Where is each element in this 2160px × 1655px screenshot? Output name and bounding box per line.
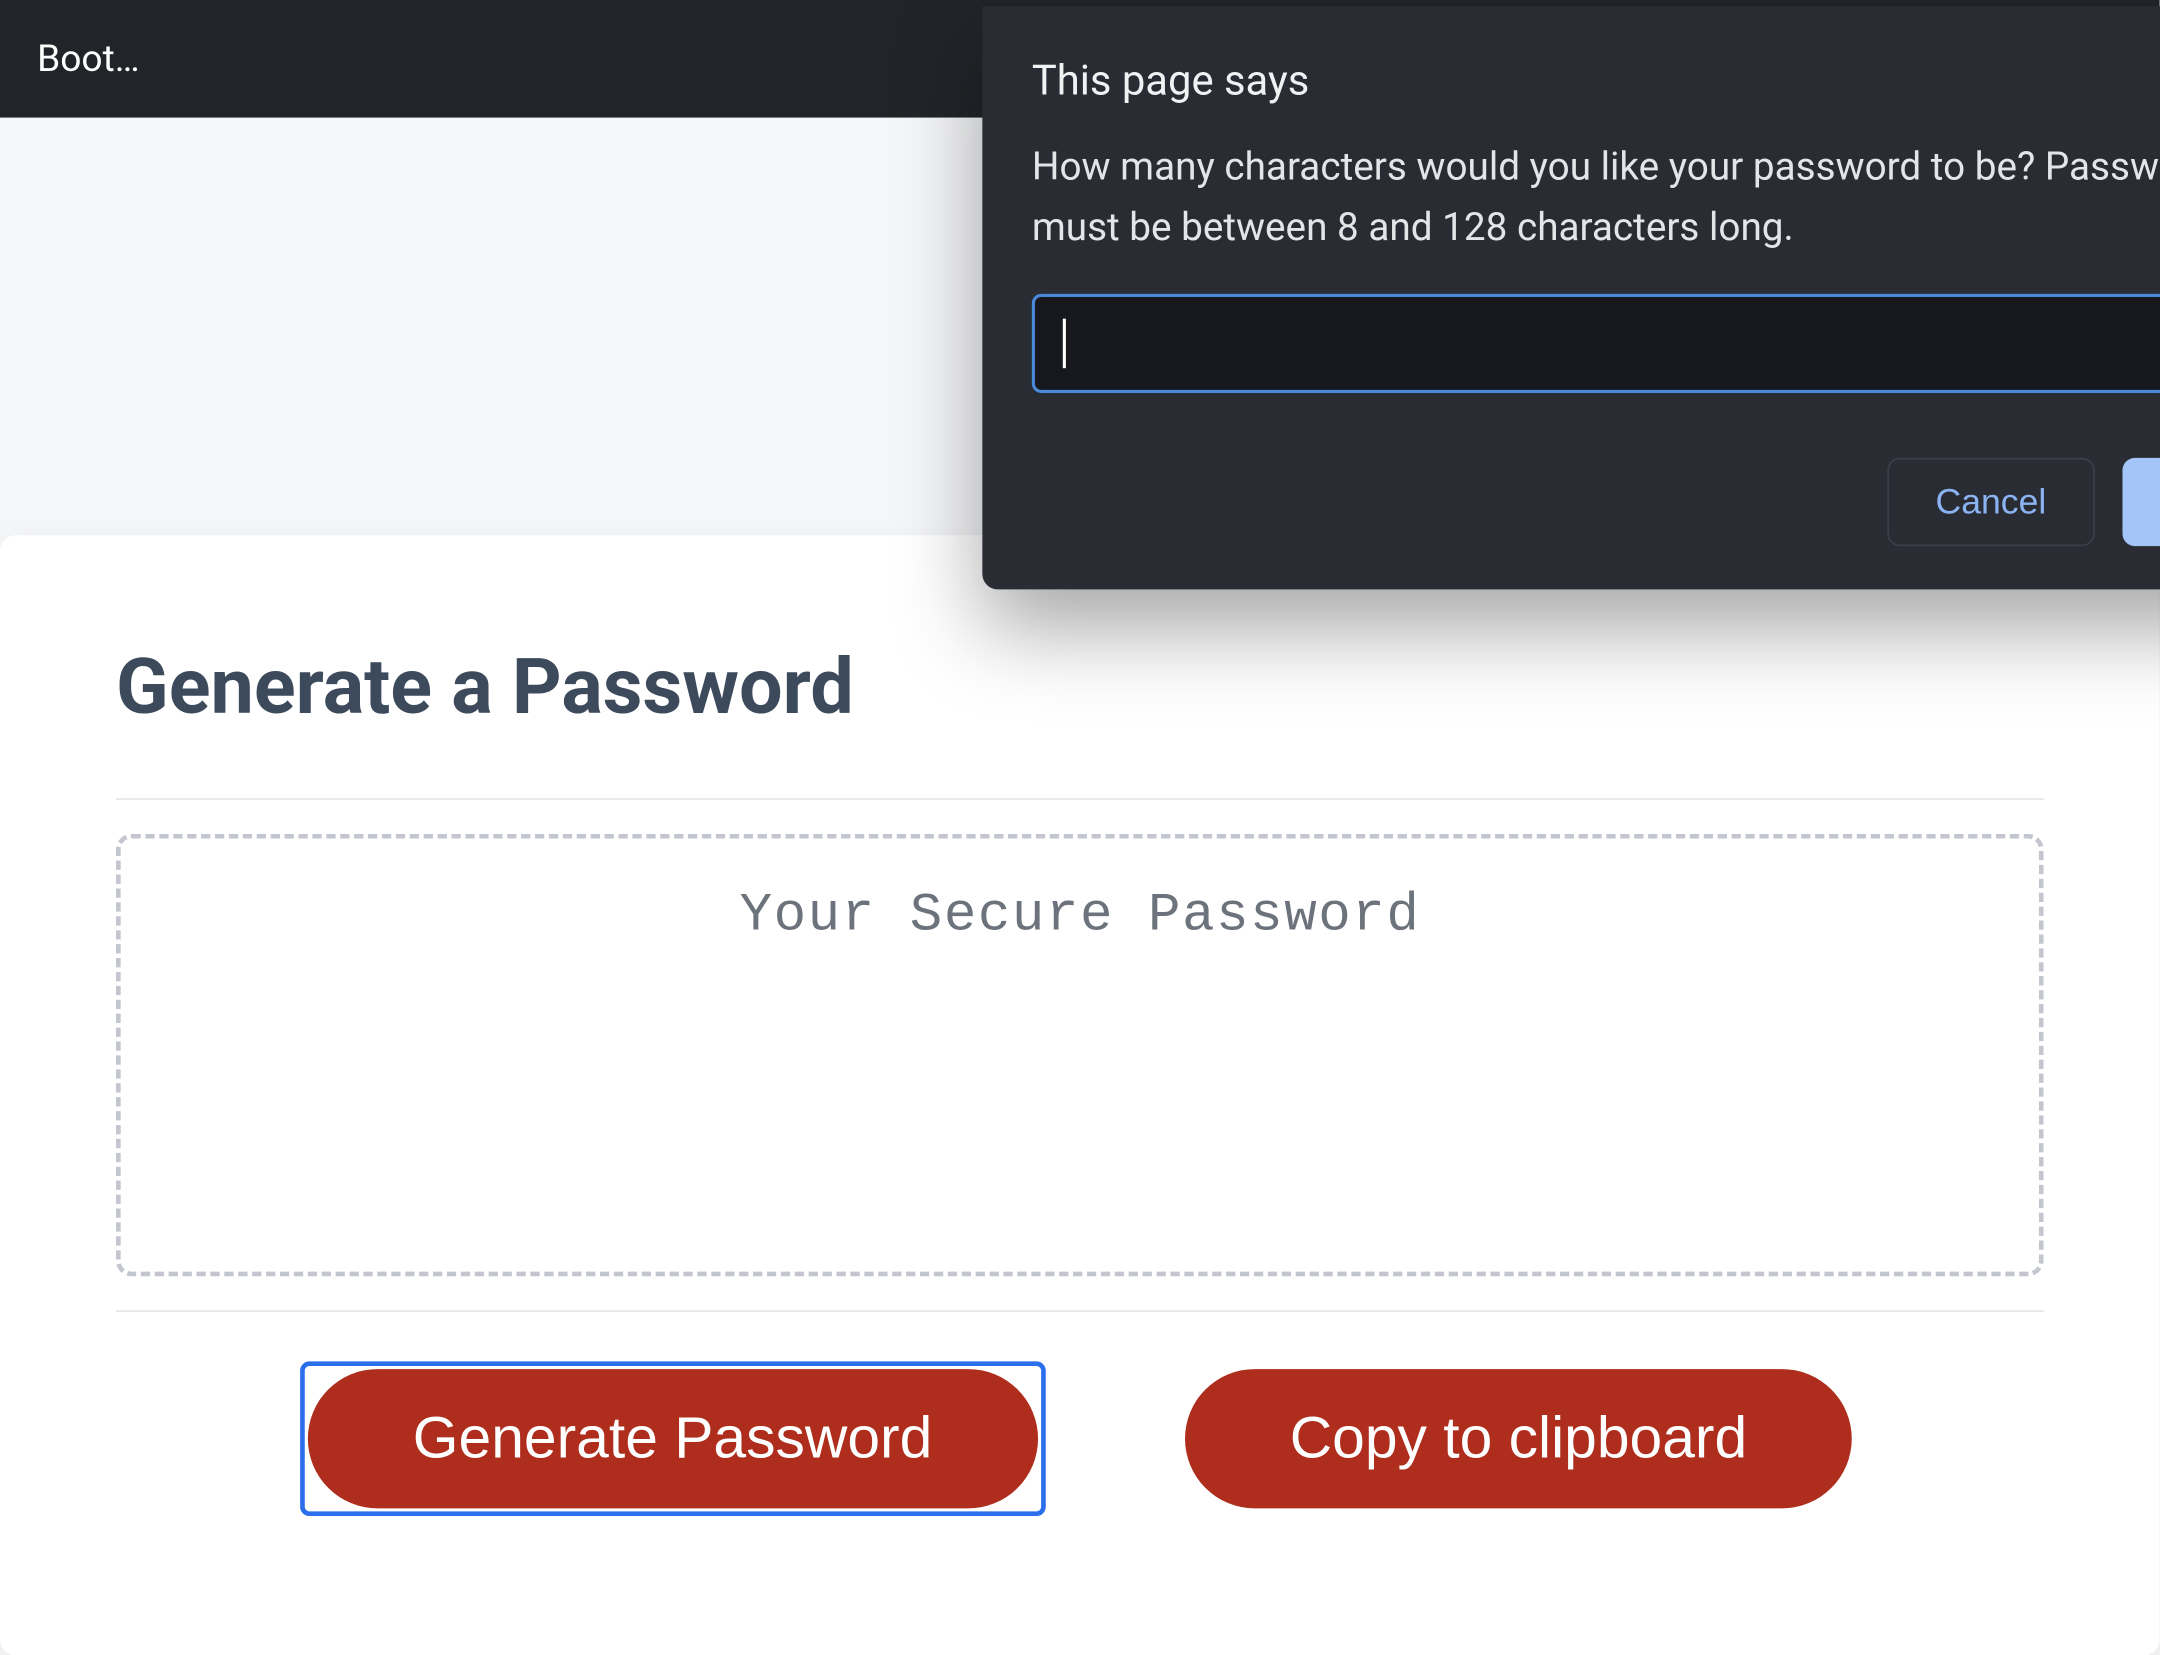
text-caret [1063, 318, 1066, 368]
dialog-title: This page says [1032, 56, 2160, 106]
password-placeholder: Your Secure Password [183, 885, 1978, 947]
dialog-input[interactable] [1032, 293, 2160, 392]
copy-button-wrap: Copy to clipboard [1177, 1361, 1860, 1516]
button-row: Generate Password Copy to clipboard [116, 1361, 2044, 1516]
page-title: Generate a Password [116, 644, 2044, 734]
cancel-button[interactable]: Cancel [1888, 457, 2095, 545]
copy-to-clipboard-button[interactable]: Copy to clipboard [1184, 1369, 1852, 1508]
navbar-title: Bootcamp [37, 37, 153, 80]
generate-password-button[interactable]: Generate Password [308, 1369, 1038, 1508]
dialog-message: How many characters would you like your … [1032, 139, 2160, 259]
divider-top [116, 798, 2044, 800]
dialog-input-wrap [1032, 293, 2160, 392]
dialog-button-row: Cancel OK [1032, 457, 2160, 545]
password-output-box: Your Secure Password [116, 834, 2044, 1276]
ok-button[interactable]: OK [2122, 457, 2160, 545]
prompt-dialog: This page says How many characters would… [982, 6, 2160, 588]
generate-button-focus-ring: Generate Password [300, 1361, 1045, 1516]
password-card: Generate a Password Your Secure Password… [0, 535, 2160, 1655]
divider-bottom [116, 1310, 2044, 1312]
